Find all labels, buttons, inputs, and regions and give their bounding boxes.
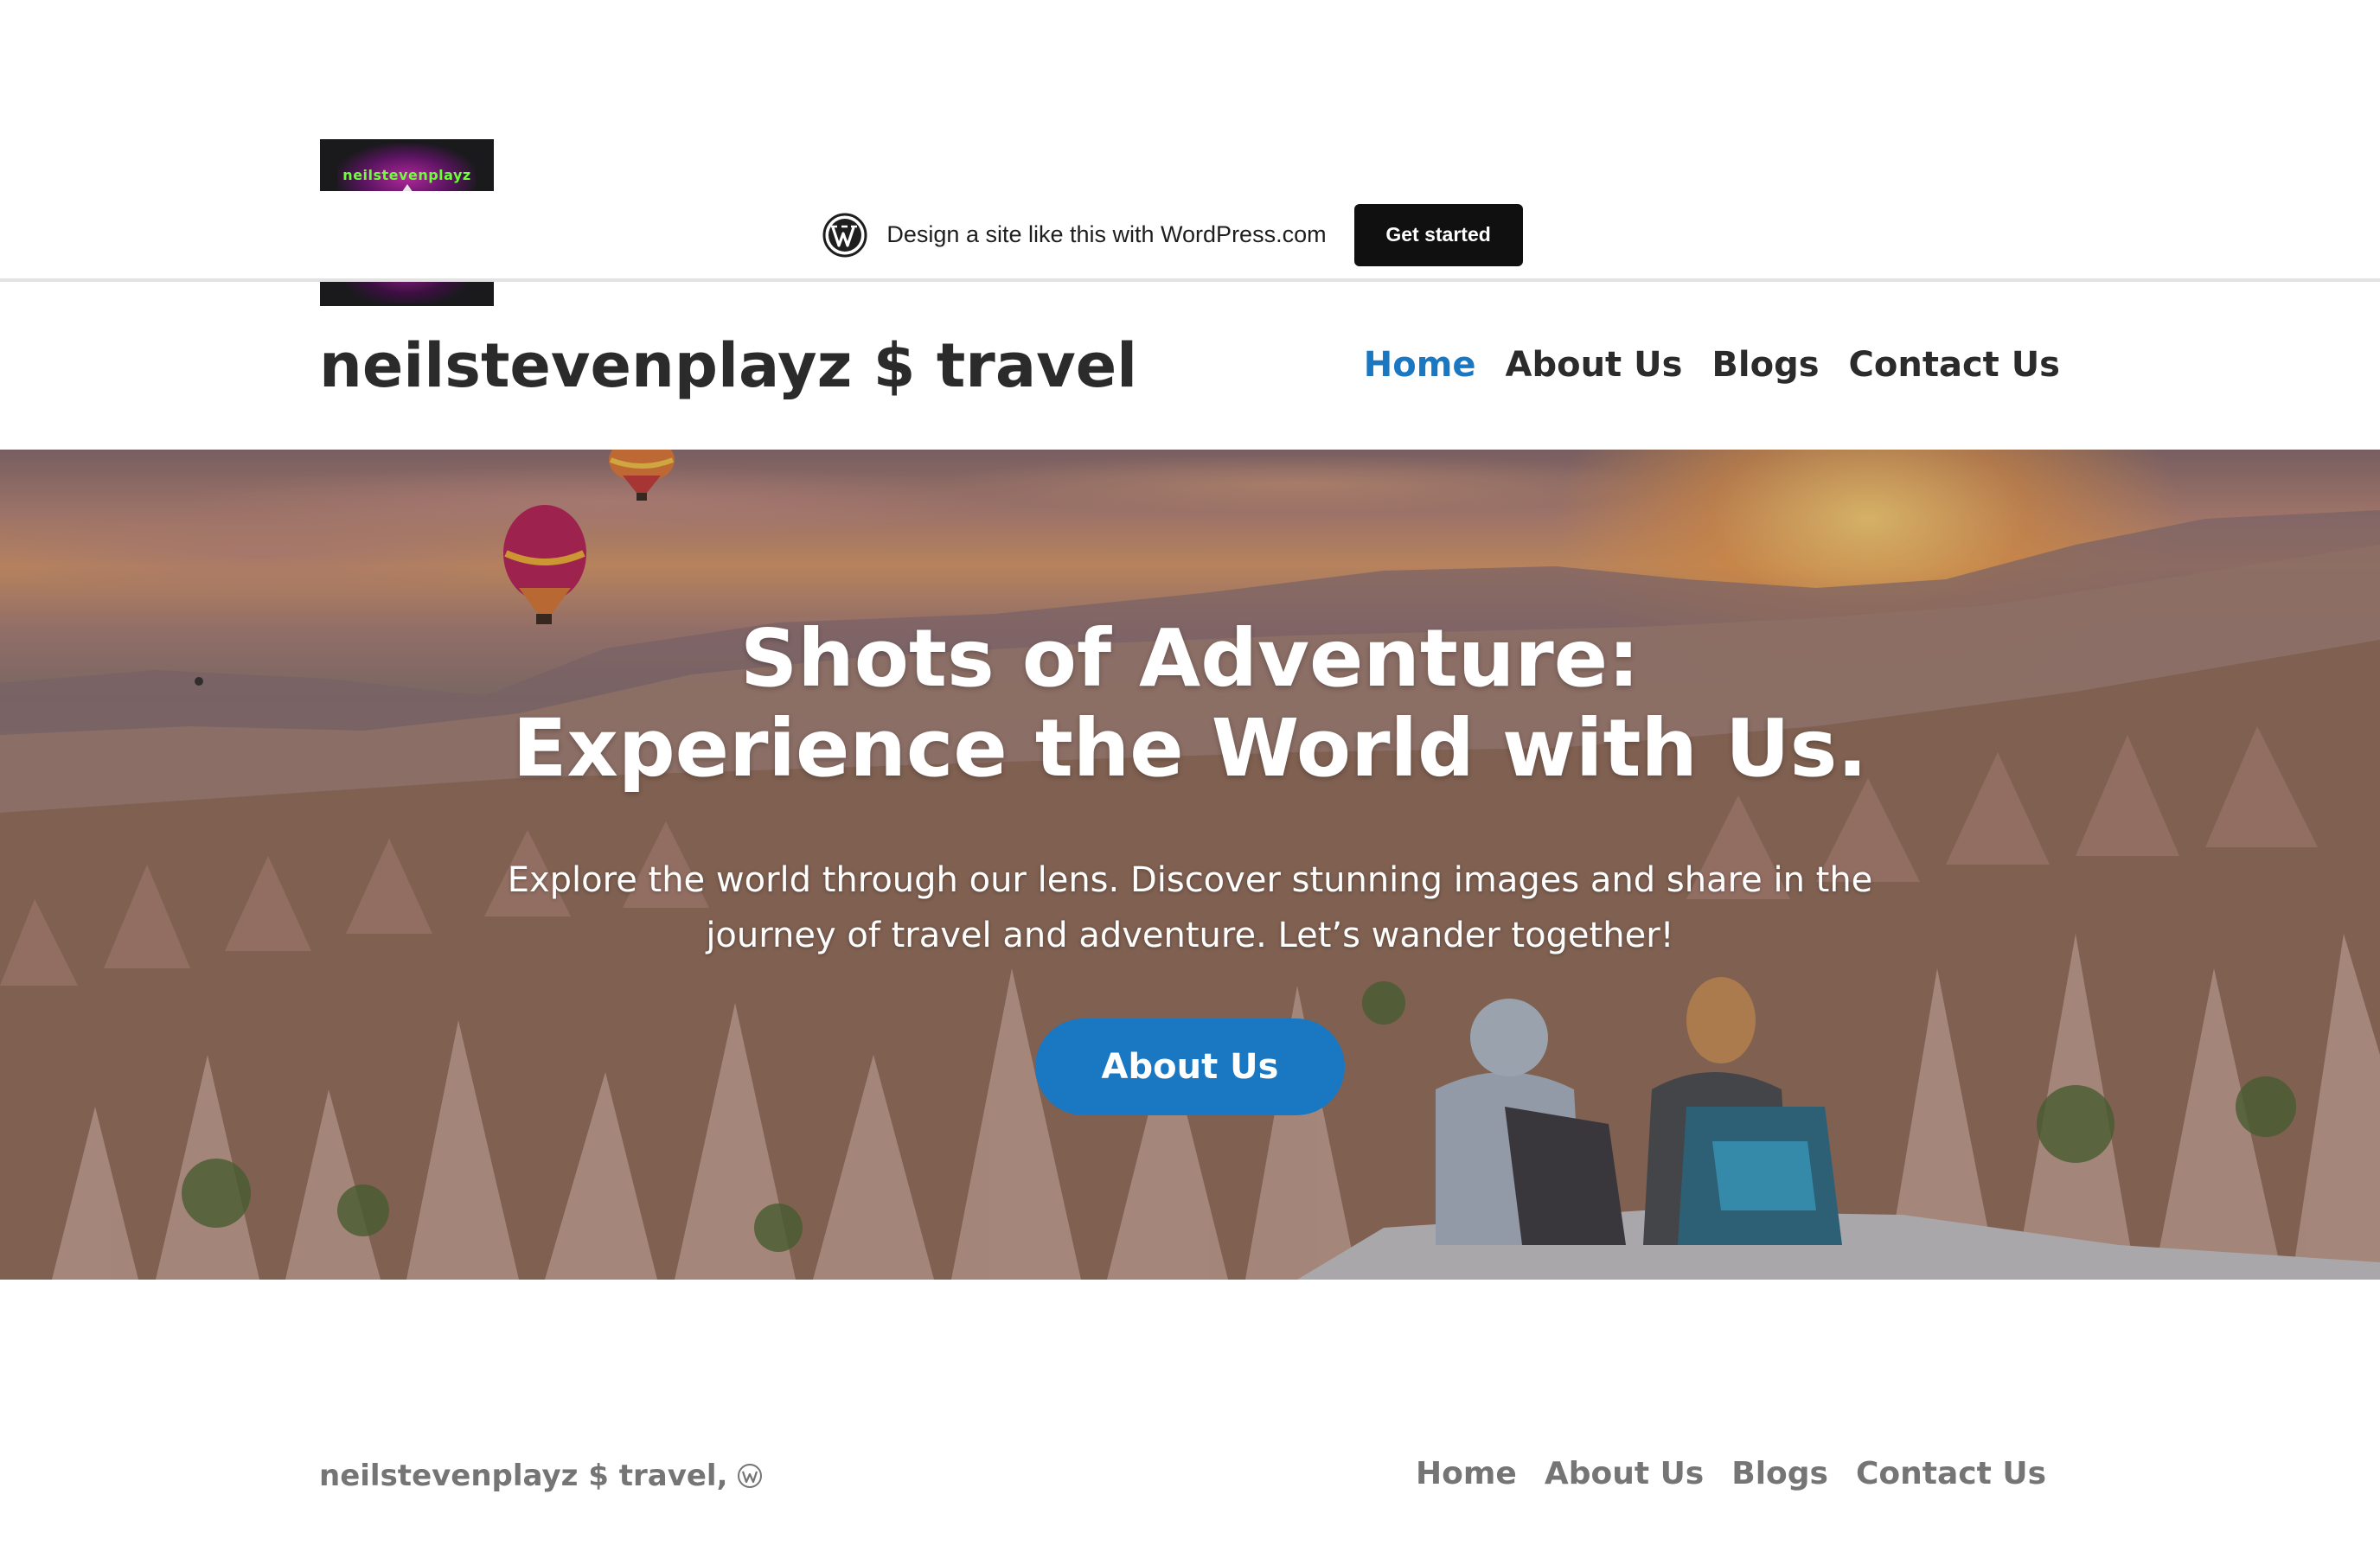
- nav-item-contact-us[interactable]: Contact Us: [1849, 339, 2060, 391]
- logo-text: neilstevenplayz: [342, 167, 471, 183]
- footer-nav: Home About Us Blogs Contact Us: [1416, 1453, 2046, 1496]
- footer-nav-home[interactable]: Home: [1416, 1453, 1517, 1496]
- hero-subtitle: Explore the world through our lens. Disc…: [507, 860, 1873, 955]
- wordpress-small-icon[interactable]: [737, 1463, 763, 1489]
- wordpress-banner-text: Design a site like this with WordPress.c…: [886, 221, 1327, 247]
- get-started-button[interactable]: Get started: [1353, 203, 1523, 266]
- main-nav: Home About Us Blogs Contact Us: [1364, 339, 2060, 391]
- footer-nav-blogs[interactable]: Blogs: [1731, 1453, 1828, 1496]
- nav-item-about-us[interactable]: About Us: [1506, 339, 1683, 391]
- footer-separator: ,: [716, 1459, 728, 1493]
- footer-site-info: neilstevenplayz $ travel ,: [319, 1459, 763, 1493]
- footer-nav-contact-us[interactable]: Contact Us: [1856, 1453, 2046, 1496]
- hero-about-us-button[interactable]: About Us: [1035, 1018, 1345, 1115]
- footer-site-name[interactable]: neilstevenplayz $ travel: [319, 1459, 717, 1493]
- hero-section: Shots of Adventure: Experience the World…: [0, 450, 2380, 1280]
- nav-item-blogs[interactable]: Blogs: [1711, 339, 1819, 391]
- wordpress-banner-content: Design a site like this with WordPress.c…: [822, 203, 1523, 266]
- hero-title: Shots of Adventure: Experience the World…: [512, 612, 1868, 795]
- site-title[interactable]: neilstevenplayz $ travel: [319, 327, 1137, 405]
- wordpress-logo-icon[interactable]: [822, 213, 867, 258]
- nav-item-home[interactable]: Home: [1364, 339, 1476, 391]
- wordpress-banner: Design a site like this with WordPress.c…: [0, 191, 2380, 282]
- footer-nav-about-us[interactable]: About Us: [1545, 1453, 1704, 1496]
